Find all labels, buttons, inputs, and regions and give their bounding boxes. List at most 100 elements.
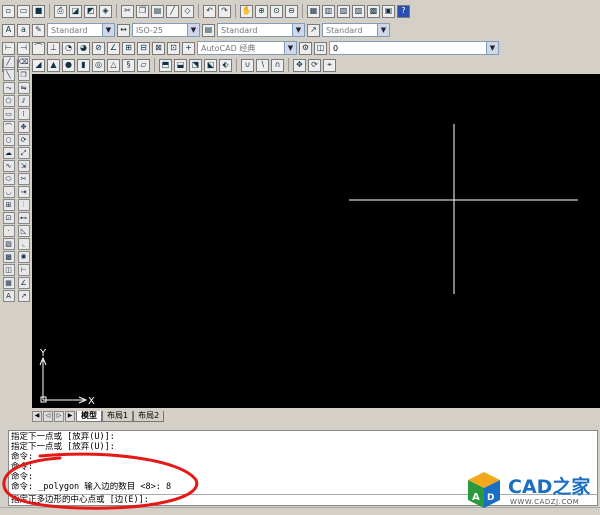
quick-dim-icon[interactable]: ⊞	[122, 41, 135, 55]
hatch-icon[interactable]: ▨	[2, 238, 15, 250]
3d-align-icon[interactable]: ⌖	[323, 58, 336, 72]
table-icon[interactable]: ▦	[2, 277, 15, 289]
polygon-icon[interactable]: ⬠	[2, 95, 15, 107]
chamfer-icon[interactable]: ◺	[17, 225, 30, 237]
plot-icon[interactable]: ◈	[99, 4, 112, 18]
make-block-icon[interactable]: ⊡	[2, 212, 15, 224]
last-tab-icon[interactable]: ▶	[65, 410, 75, 422]
tab-model[interactable]: 模型	[76, 410, 102, 422]
loft-icon[interactable]: ⬖	[219, 58, 232, 72]
next-tab-icon[interactable]: ▷	[54, 410, 64, 422]
tab-layout1[interactable]: 布局1	[102, 410, 134, 422]
match-properties-icon[interactable]: ╱	[166, 4, 179, 18]
point-icon[interactable]: ·	[2, 225, 15, 237]
tool-palettes-icon[interactable]: ▧	[337, 4, 350, 18]
save-icon[interactable]: ■	[32, 4, 45, 18]
tab-layout2[interactable]: 布局2	[133, 410, 165, 422]
cylinder-icon[interactable]: ▮	[77, 58, 90, 72]
jogged-dim-icon[interactable]: ◕	[77, 41, 90, 55]
angular-dim-icon[interactable]: ∠	[107, 41, 120, 55]
text-style-icon-2[interactable]: a	[17, 23, 30, 37]
chevron-down-icon[interactable]: ▼	[284, 42, 296, 54]
cut-icon[interactable]: ✂	[121, 4, 134, 18]
stretch-icon[interactable]: ⇲	[17, 160, 30, 172]
text-style-combo[interactable]: Standard ▼	[47, 23, 115, 37]
arc-length-icon[interactable]: ⌒	[32, 41, 45, 55]
erase-icon[interactable]: ⌫	[17, 56, 30, 68]
planar-surface-icon[interactable]: ▱	[137, 58, 150, 72]
circle-icon[interactable]: ○	[2, 134, 15, 146]
prev-tab-icon[interactable]: ◁	[43, 410, 53, 422]
rectangle-icon[interactable]: ▭	[2, 108, 15, 120]
move-icon[interactable]: ✥	[17, 121, 30, 133]
gradient-icon[interactable]: ▩	[2, 251, 15, 263]
zoom-previous-icon[interactable]: ⊖	[285, 4, 298, 18]
block-editor-icon[interactable]: ◇	[181, 4, 194, 18]
region-icon[interactable]: ◫	[2, 264, 15, 276]
sheet-set-icon[interactable]: ▨	[352, 4, 365, 18]
arc-icon[interactable]: ⌒	[2, 121, 15, 133]
dimension-linear-icon[interactable]: ⊢	[17, 264, 30, 276]
drawing-canvas[interactable]: Y X	[32, 74, 600, 408]
chevron-down-icon[interactable]: ▼	[486, 42, 498, 54]
construction-line-icon[interactable]: ╲	[2, 69, 15, 81]
calculator-icon[interactable]: ▣	[382, 4, 395, 18]
design-center-icon[interactable]: ▥	[322, 4, 335, 18]
radius-dim-icon[interactable]: ◔	[62, 41, 75, 55]
cone-icon[interactable]: ▲	[47, 58, 60, 72]
3d-move-icon[interactable]: ✥	[293, 58, 306, 72]
text-style-icon[interactable]: A	[2, 23, 15, 37]
mirror-icon[interactable]: ⇋	[17, 82, 30, 94]
helix-icon[interactable]: §	[122, 58, 135, 72]
print-icon[interactable]: ⎙	[54, 4, 67, 18]
multiline-text-icon[interactable]: A	[2, 290, 15, 302]
ordinate-dim-icon[interactable]: ⊥	[47, 41, 60, 55]
rotate-icon[interactable]: ⟳	[17, 134, 30, 146]
open-file-icon[interactable]: ▭	[17, 4, 30, 18]
multileader-style-combo[interactable]: Standard ▼	[322, 23, 390, 37]
workspace-settings-icon[interactable]: ⚙	[299, 41, 312, 55]
first-tab-icon[interactable]: ◀	[32, 410, 42, 422]
pencil-icon[interactable]: ✎	[32, 23, 45, 37]
chevron-down-icon[interactable]: ▼	[292, 24, 304, 36]
subtract-icon[interactable]: ∖	[256, 58, 269, 72]
intersect-icon[interactable]: ∩	[271, 58, 284, 72]
spline-icon[interactable]: ∿	[2, 160, 15, 172]
scale-icon[interactable]: ⤢	[17, 147, 30, 159]
join-icon[interactable]: ⊷	[17, 212, 30, 224]
dim-style-combo[interactable]: ISO-25 ▼	[132, 23, 200, 37]
dim-style-icon[interactable]: ↔	[117, 23, 130, 37]
offset-icon[interactable]: ⫽	[17, 95, 30, 107]
ellipse-arc-icon[interactable]: ◡	[2, 186, 15, 198]
layer-combo[interactable]: 0 ▼	[329, 41, 499, 55]
diameter-dim-icon[interactable]: ⊘	[92, 41, 105, 55]
tolerance-icon[interactable]: ⊡	[167, 41, 180, 55]
zoom-realtime-icon[interactable]: ⊕	[255, 4, 268, 18]
linear-dim-icon[interactable]: ⊢	[2, 41, 15, 55]
leader-icon[interactable]: ↗	[17, 290, 30, 302]
center-mark-icon[interactable]: +	[182, 41, 195, 55]
explode-icon[interactable]: ✺	[17, 251, 30, 263]
aligned-dim-icon[interactable]: ⊣	[17, 41, 30, 55]
layer-manager-icon[interactable]: ◫	[314, 41, 327, 55]
pan-icon[interactable]: ✋	[240, 4, 253, 18]
multileader-style-icon[interactable]: ↗	[307, 23, 320, 37]
extend-icon[interactable]: ⇥	[17, 186, 30, 198]
markup-icon[interactable]: ▩	[367, 4, 380, 18]
insert-block-icon[interactable]: ⊞	[2, 199, 15, 211]
paste-icon[interactable]: ▤	[151, 4, 164, 18]
zoom-window-icon[interactable]: ⊙	[270, 4, 283, 18]
workspace-combo[interactable]: AutoCAD 经典 ▼	[197, 41, 297, 55]
undo-icon[interactable]: ↶	[203, 4, 216, 18]
publish-icon[interactable]: ◩	[84, 4, 97, 18]
sweep-icon[interactable]: ⬔	[189, 58, 202, 72]
baseline-dim-icon[interactable]: ⊟	[137, 41, 150, 55]
chevron-down-icon[interactable]: ▼	[102, 24, 114, 36]
wedge-icon[interactable]: ◢	[32, 58, 45, 72]
line-icon[interactable]: ╱	[2, 56, 15, 68]
table-style-combo[interactable]: Standard ▼	[217, 23, 305, 37]
redo-icon[interactable]: ↷	[218, 4, 231, 18]
extrude-icon[interactable]: ⬒	[159, 58, 172, 72]
torus-icon[interactable]: ◎	[92, 58, 105, 72]
help-icon[interactable]: ?	[397, 4, 410, 18]
